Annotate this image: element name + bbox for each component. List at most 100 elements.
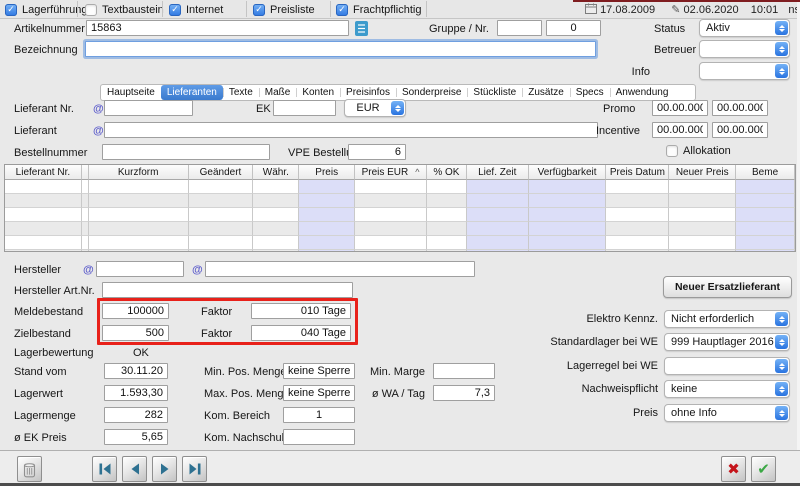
checkbox-lagerfuehrung[interactable]: Lagerführung bbox=[5, 3, 87, 16]
ek-input[interactable] bbox=[273, 100, 336, 116]
tab-texte[interactable]: Texte bbox=[223, 85, 259, 100]
tab-zusaetze[interactable]: Zusätze bbox=[522, 85, 570, 100]
table-row[interactable] bbox=[5, 250, 795, 252]
checkbox-icon bbox=[169, 4, 181, 16]
table-cell bbox=[89, 250, 189, 252]
hersteller-artnr-input[interactable] bbox=[102, 282, 353, 298]
vpe-bestellung-input[interactable] bbox=[348, 144, 406, 160]
table-header-cell[interactable]: Geändert bbox=[189, 165, 254, 180]
artikelnummer-input[interactable] bbox=[86, 20, 349, 36]
zielbestand-label: Zielbestand bbox=[14, 328, 71, 340]
lagerregel-select[interactable] bbox=[664, 357, 790, 375]
table-header-cell[interactable]: Verfügbarkeit bbox=[529, 165, 607, 180]
table-row[interactable] bbox=[5, 208, 795, 222]
kom-nachschub-label: Kom. Nachschub bbox=[204, 432, 288, 444]
neuer-ersatzlieferant-button[interactable]: Neuer Ersatzlieferant bbox=[663, 276, 792, 298]
table-header-cell[interactable]: Lief. Zeit bbox=[467, 165, 529, 180]
table-row[interactable] bbox=[5, 194, 795, 208]
lieferant-label: Lieferant bbox=[14, 125, 57, 137]
gruppe-nr-input[interactable] bbox=[546, 20, 601, 36]
hersteller-name-input[interactable] bbox=[205, 261, 475, 277]
checkbox-textbaustein[interactable]: Textbaustein bbox=[85, 3, 164, 16]
bezeichnung-label: Bezeichnung bbox=[14, 44, 78, 56]
table-header-cell[interactable]: % OK bbox=[427, 165, 467, 180]
table-row[interactable] bbox=[5, 222, 795, 236]
gruppe-input[interactable] bbox=[497, 20, 542, 36]
betreuer-select[interactable] bbox=[699, 40, 790, 58]
standardlager-select[interactable]: 999 Hauptlager 2016 bbox=[664, 333, 790, 351]
incentive-date2-input[interactable] bbox=[712, 122, 768, 138]
max-pos-menge-input[interactable] bbox=[283, 385, 355, 401]
checkbox-allokation[interactable]: Allokation bbox=[666, 144, 731, 157]
elektro-kennz-select[interactable]: Nicht erforderlich bbox=[664, 310, 790, 328]
lagerbewertung-label: Lagerbewertung bbox=[14, 347, 94, 359]
table-header-cell[interactable]: Preis Datum bbox=[606, 165, 669, 180]
nav-first-icon bbox=[98, 463, 112, 475]
tab-preisinfos[interactable]: Preisinfos bbox=[340, 85, 396, 100]
wa-tag-input[interactable] bbox=[433, 385, 495, 401]
calendar-icon bbox=[585, 3, 597, 14]
nav-last-button[interactable] bbox=[182, 456, 207, 482]
delete-record-button[interactable] bbox=[17, 456, 42, 482]
nav-first-button[interactable] bbox=[92, 456, 117, 482]
promo-date2-input[interactable] bbox=[712, 100, 768, 116]
nav-previous-button[interactable] bbox=[122, 456, 147, 482]
checkbox-frachtpflichtig[interactable]: Frachtpflichtig bbox=[336, 3, 421, 16]
checkbox-icon bbox=[336, 4, 348, 16]
tab-sonderpreise[interactable]: Sonderpreise bbox=[396, 85, 467, 100]
table-cell bbox=[89, 180, 189, 194]
kom-nachschub-input[interactable] bbox=[283, 429, 355, 445]
date-modified: 02.06.2020 bbox=[684, 4, 739, 16]
hersteller-nr-input[interactable] bbox=[96, 261, 184, 277]
promo-date1-input[interactable] bbox=[652, 100, 708, 116]
confirm-button[interactable]: ✔ bbox=[751, 456, 776, 482]
incentive-date1-input[interactable] bbox=[652, 122, 708, 138]
info-select[interactable] bbox=[699, 62, 790, 80]
nachweispflicht-select[interactable]: keine bbox=[664, 380, 790, 398]
list-icon[interactable] bbox=[355, 21, 368, 36]
lagermenge-input[interactable] bbox=[104, 407, 168, 423]
lagerwert-input[interactable] bbox=[104, 385, 168, 401]
table-row[interactable] bbox=[5, 180, 795, 194]
tab-lieferanten[interactable]: Lieferanten bbox=[161, 85, 223, 100]
currency-select[interactable]: EUR bbox=[344, 99, 406, 117]
table-header-cell[interactable]: Neuer Preis bbox=[669, 165, 736, 180]
tab-stueckliste[interactable]: Stückliste bbox=[467, 85, 522, 100]
checkbox-internet[interactable]: Internet bbox=[169, 3, 223, 16]
date-created: 17.08.2009 bbox=[600, 4, 655, 16]
table-header-cell[interactable]: Kurzform bbox=[89, 165, 189, 180]
table-header-cell[interactable]: Beme bbox=[736, 165, 795, 180]
checkbox-preisliste[interactable]: Preisliste bbox=[253, 3, 315, 16]
ek-preis-input[interactable] bbox=[104, 429, 168, 445]
lieferant-input[interactable] bbox=[104, 122, 598, 138]
table-cell bbox=[669, 250, 736, 252]
status-select[interactable]: Aktiv bbox=[699, 19, 790, 37]
tab-masse[interactable]: Maße bbox=[259, 85, 297, 100]
stand-vom-input[interactable] bbox=[104, 363, 168, 379]
table-header-cell[interactable]: Preis bbox=[299, 165, 355, 180]
table-header-cell[interactable]: Preis EUR^ bbox=[355, 165, 427, 180]
tab-anwendung[interactable]: Anwendung bbox=[610, 85, 675, 100]
bezeichnung-input[interactable] bbox=[85, 41, 596, 57]
tab-hauptseite[interactable]: Hauptseite bbox=[101, 85, 161, 100]
nav-next-button[interactable] bbox=[152, 456, 177, 482]
lieferant-nr-input[interactable] bbox=[104, 100, 193, 116]
table-cell bbox=[606, 180, 669, 194]
table-row[interactable] bbox=[5, 236, 795, 250]
table-header-cell[interactable]: Lieferant Nr. bbox=[5, 165, 82, 180]
kom-bereich-input[interactable] bbox=[283, 407, 355, 423]
min-pos-menge-input[interactable] bbox=[283, 363, 355, 379]
table-cell bbox=[529, 208, 607, 222]
bestellnummer-input[interactable] bbox=[102, 144, 270, 160]
lagermenge-label: Lagermenge bbox=[14, 410, 76, 422]
nav-previous-icon bbox=[128, 463, 142, 475]
table-cell bbox=[299, 236, 355, 250]
tab-konten[interactable]: Konten bbox=[296, 85, 340, 100]
table-header-cell[interactable]: Währ. bbox=[253, 165, 299, 180]
preis-info-select[interactable]: ohne Info bbox=[664, 404, 790, 422]
ek-label: EK bbox=[256, 103, 271, 115]
min-marge-input[interactable] bbox=[433, 363, 495, 379]
cancel-button[interactable]: ✖ bbox=[721, 456, 746, 482]
tab-specs[interactable]: Specs bbox=[570, 85, 610, 100]
table-header-cell[interactable] bbox=[82, 165, 89, 180]
